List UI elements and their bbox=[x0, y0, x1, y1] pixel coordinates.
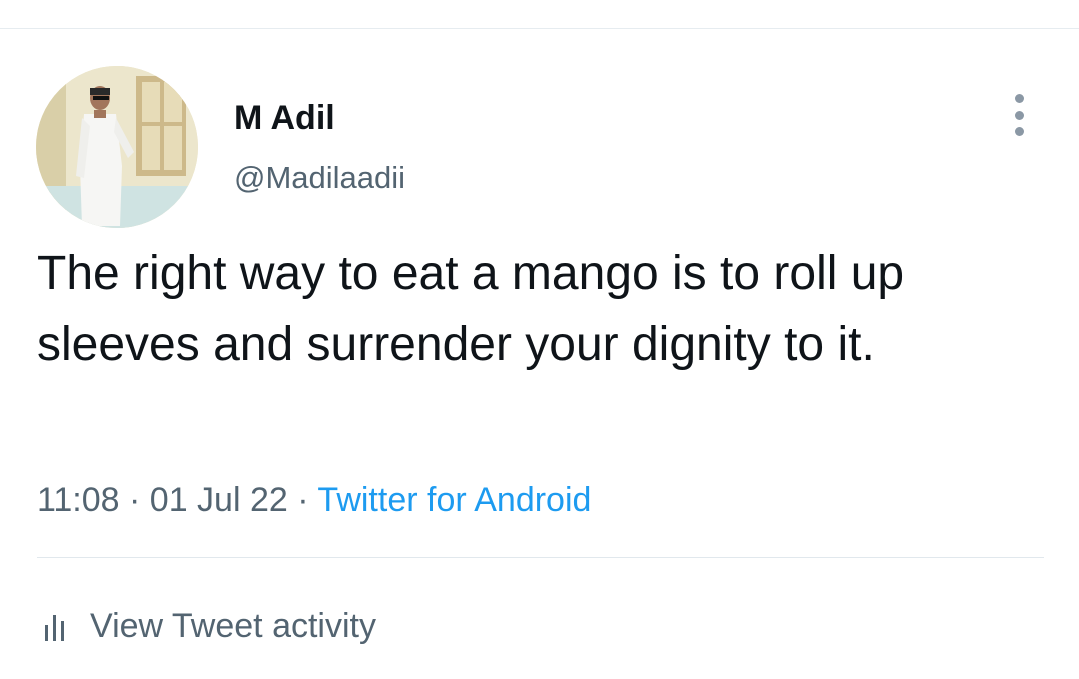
tweet-text: The right way to eat a mango is to roll … bbox=[37, 247, 905, 371]
view-tweet-activity-button[interactable]: View Tweet activity bbox=[44, 604, 376, 648]
divider bbox=[37, 557, 1044, 558]
tweet-source-link[interactable]: Twitter for Android bbox=[317, 481, 591, 519]
more-vertical-icon-dot bbox=[1014, 110, 1024, 120]
avatar[interactable] bbox=[36, 66, 198, 228]
bar-chart-icon bbox=[45, 615, 64, 641]
tweet-metadata: 11:08 · 01 Jul 22 · Twitter for Android bbox=[37, 480, 591, 520]
more-vertical-icon-dot bbox=[1014, 127, 1024, 136]
avatar-photo bbox=[36, 66, 198, 228]
view-tweet-activity-label: View Tweet activity bbox=[90, 607, 376, 645]
meta-separator: · bbox=[297, 481, 309, 519]
top-divider bbox=[0, 28, 1079, 29]
tweet-time: 11:08 bbox=[37, 481, 120, 519]
meta-separator: · bbox=[129, 481, 141, 519]
more-options-button[interactable] bbox=[1004, 94, 1034, 136]
author-handle[interactable]: @Madilaadii bbox=[234, 160, 405, 196]
tweet-date: 01 Jul 22 bbox=[149, 481, 288, 519]
more-vertical-icon bbox=[1014, 94, 1024, 103]
author-display-name[interactable]: M Adil bbox=[234, 100, 335, 136]
